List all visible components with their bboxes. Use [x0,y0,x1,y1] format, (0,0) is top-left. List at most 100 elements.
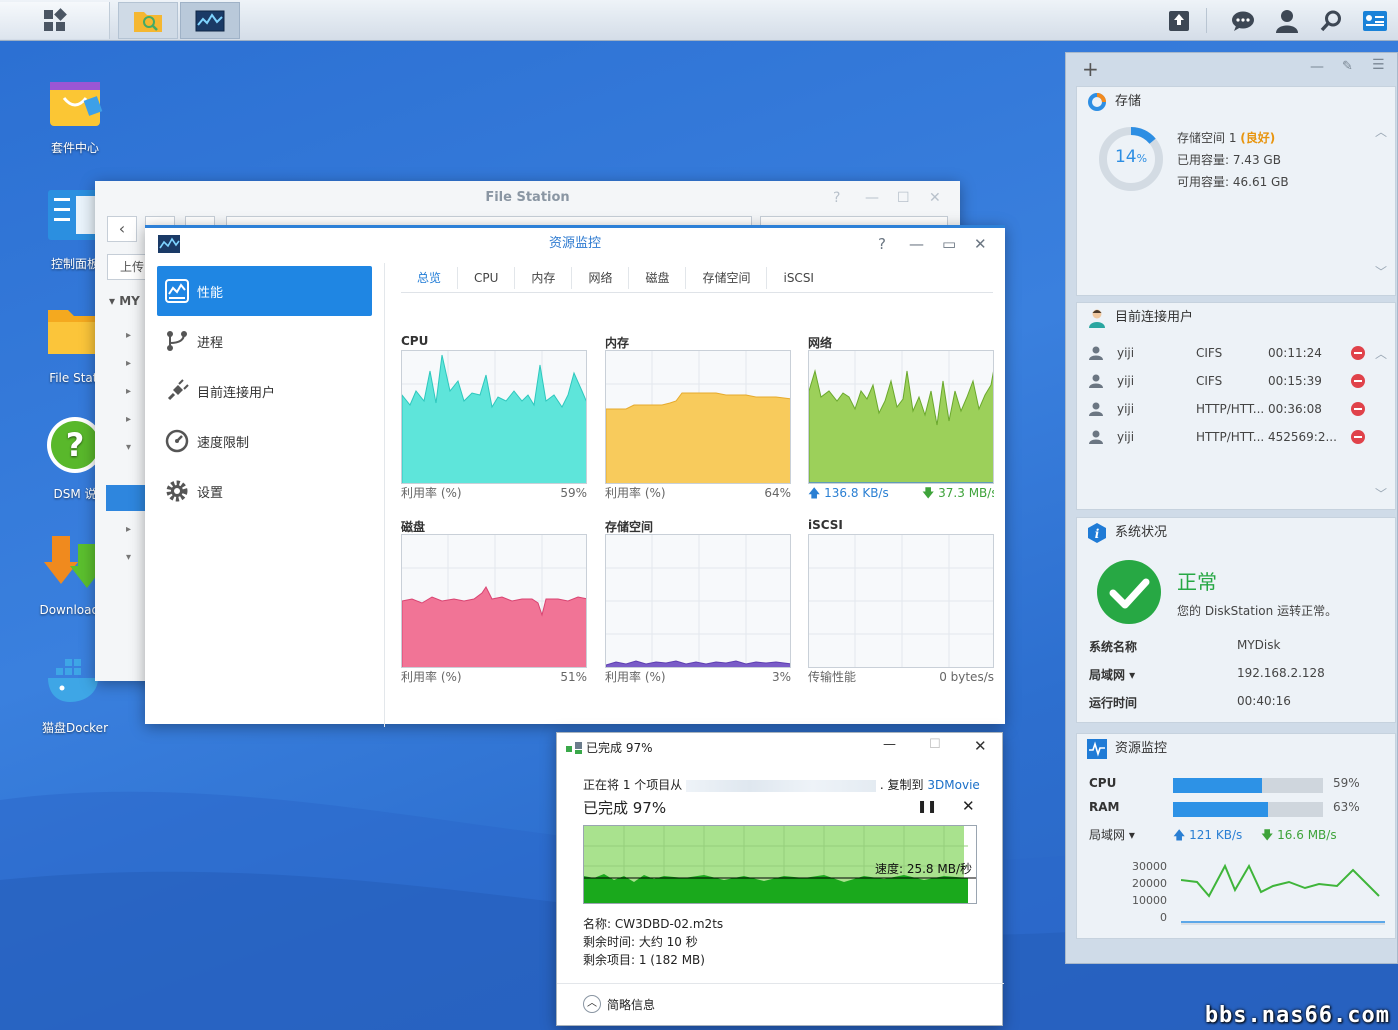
close-icon[interactable]: ✕ [929,190,941,206]
main-menu-button[interactable] [0,2,110,39]
tab-memory[interactable]: 内存 [515,267,573,289]
scroll-up-icon[interactable]: ︿ [1375,123,1387,140]
add-widget-icon[interactable]: + [1082,57,1099,81]
copy-destination-link[interactable]: 3DMovie [927,778,979,792]
widget-panel-header: + — ✎ ☰ [1066,53,1397,85]
less-details-button[interactable]: ︿ 简略信息 [583,995,655,1013]
y-tick: 30000 [1132,860,1167,873]
graph-metric-label: 利用率 (%) [605,670,666,684]
taskbar-divider [1206,8,1207,33]
tab-network[interactable]: 网络 [572,267,630,289]
nav-performance[interactable]: 性能 [157,266,372,316]
close-icon[interactable]: ✕ [974,737,987,755]
health-status: 正常 [1177,570,1217,594]
maximize-icon[interactable]: ▭ [942,228,956,260]
network-graph[interactable]: 网络 🡅 136.8 KB/s 🡇 37.3 MB/s [808,334,994,502]
tab-iscsi[interactable]: iSCSI [767,267,830,289]
monitor-chart-icon [158,235,180,253]
help-icon[interactable]: ? [833,190,840,206]
scroll-down-icon[interactable]: ﹀ [1375,263,1387,280]
grid-icon [43,7,67,31]
tab-overview[interactable]: 总览 [401,267,459,289]
nav-label: 速度限制 [197,435,250,451]
tree-selected-item[interactable] [106,485,146,511]
cpu-bar-fill [1173,778,1262,793]
volume-status: (良好) [1240,131,1276,145]
maximize-icon[interactable]: ☐ [897,190,910,206]
scroll-up-icon[interactable]: ︿ [1375,345,1387,362]
nav-speed-limit[interactable]: 速度限制 [157,416,372,466]
close-icon[interactable]: ✕ [974,228,987,260]
upload-queue-button[interactable] [1157,0,1201,41]
minimize-icon[interactable]: — [865,190,879,206]
minimize-icon[interactable]: — [909,228,924,260]
kick-user-button[interactable] [1351,346,1365,360]
shopping-bag-icon [50,82,103,126]
info-label: 系统名称 [1089,640,1138,654]
nav-label: 进程 [197,335,224,351]
memory-graph[interactable]: 内存 利用率 (%) 64% [605,334,791,502]
minimize-icon[interactable]: — [883,737,896,752]
graph-title: 磁盘 [401,520,426,534]
minimize-icon[interactable]: — [1310,59,1324,75]
process-branch-icon [167,331,187,351]
lan-selector[interactable]: 局域网 ▾ [1089,826,1135,843]
tab-storage[interactable]: 存储空间 [686,267,768,289]
pause-icon[interactable]: ❚❚ [917,799,937,813]
taskbar-file-station[interactable] [118,2,178,39]
tab-cpu[interactable]: CPU [458,267,516,289]
kick-user-button[interactable] [1351,374,1365,388]
tab-disk[interactable]: 磁盘 [629,267,687,289]
dialog-title: 已完成 97% [586,741,653,755]
nav-label: 目前连接用户 [197,385,276,401]
iscsi-graph[interactable]: iSCSI 传输性能 0 bytes/s [808,518,994,686]
user-avatar-icon [1089,309,1105,328]
graph-value: 3% [771,670,791,684]
connected-user-row: yiji CIFS 00:11:24 [1089,341,1374,365]
nav-settings[interactable]: 设置 [157,466,372,516]
upload-button[interactable]: 上传 [107,254,147,280]
help-icon[interactable]: ? [878,228,886,260]
nav-connected-users[interactable]: 目前连接用户 [157,366,372,416]
desktop-icon-package-center[interactable]: 套件中心 [20,68,130,156]
back-button[interactable]: ‹ [107,216,137,242]
info-value: 192.168.2.128 [1237,666,1325,680]
cpu-graph[interactable]: CPU 利用率 (%) 59% [401,334,587,502]
resource-monitor-widget: 资源监控 CPU 59% RAM 63% 局域网 ▾ 🡅 121 KB/s 🡇 … [1076,733,1396,939]
gear-icon [166,480,188,502]
tree-root[interactable]: ▾ MY [109,294,140,308]
time-remaining: 剩余时间: 大约 10 秒 [583,935,698,949]
nav-processes[interactable]: 进程 [157,316,372,366]
search-button[interactable] [1309,0,1353,41]
cancel-copy-icon[interactable]: ✕ [962,797,975,815]
widget-menu-icon[interactable]: ☰ [1372,57,1385,73]
user-name: yiji [1117,430,1135,444]
copy-prefix: 正在将 1 个项目从 [583,778,683,792]
dialog-divider [557,983,1004,984]
connection-time: 00:15:39 [1268,374,1322,388]
copy-progress-dialog: 已完成 97% — ☐ ✕ 正在将 1 个项目从 . 复制到 3DMovie 已… [556,732,1004,1026]
info-label[interactable]: 局域网 ▾ [1089,666,1135,683]
system-info-row: 运行时间 00:40:16 [1089,694,1389,714]
storage-graph[interactable]: 存储空间 利用率 (%) 3% [605,518,791,686]
scroll-down-icon[interactable]: ﹀ [1375,485,1387,502]
minus-icon [1354,436,1362,438]
kick-user-button[interactable] [1351,402,1365,416]
check-circle-icon [1097,560,1161,624]
blurred-source-path [686,779,877,792]
graph-title: 网络 [808,336,833,350]
kick-user-button[interactable] [1351,430,1365,444]
graph-title: 内存 [605,336,630,350]
widget-title: 目前连接用户 [1115,310,1194,325]
user-options-button[interactable] [1265,0,1309,41]
maximize-icon[interactable]: ☐ [929,737,941,752]
free-capacity: 可用容量: 46.61 GB [1177,175,1289,189]
disk-graph[interactable]: 磁盘 利用率 (%) 51% [401,518,587,686]
user-icon [1089,374,1103,388]
taskbar-resource-monitor[interactable] [180,2,240,39]
notifications-button[interactable] [1221,0,1265,41]
widgets-toggle-button[interactable] [1353,0,1397,41]
info-icon: i [1088,523,1106,543]
lan-down-value: 16.6 MB/s [1277,828,1337,842]
pin-icon[interactable]: ✎ [1342,59,1353,74]
